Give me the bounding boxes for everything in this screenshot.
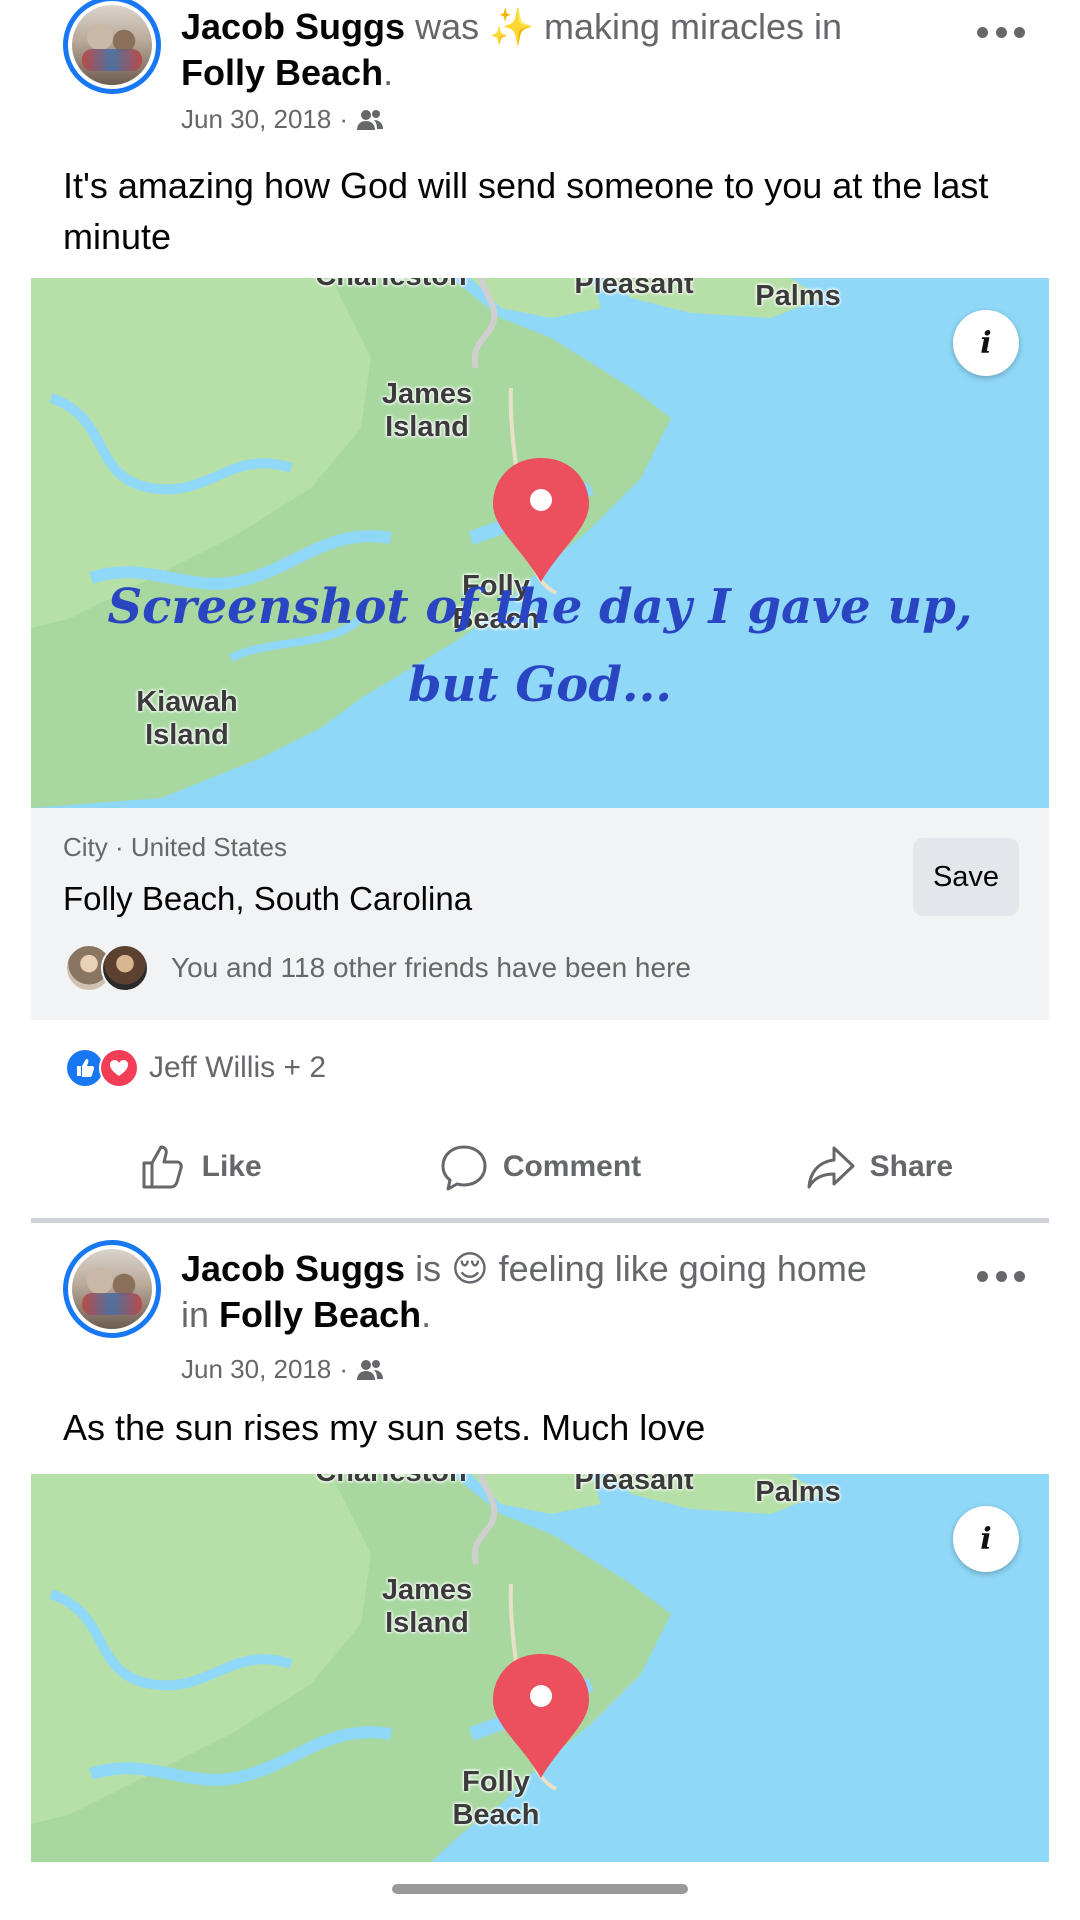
author-avatar[interactable] — [63, 1240, 161, 1338]
post-header: Jacob Suggs was ✨ making miracles in Fol… — [31, 0, 1049, 145]
share-button[interactable]: Share — [710, 1128, 1049, 1206]
post-header: Jacob Suggs is 😌 feeling like going home… — [31, 1226, 1049, 1384]
separator: · — [339, 104, 349, 134]
friend-avatar — [101, 944, 149, 992]
map-label-palms: Palms — [755, 1476, 841, 1508]
map-preview[interactable]: Charleston Pleasant Palms James Island F… — [31, 1474, 1049, 1862]
friends-text: You and 118 other friends have been here — [171, 952, 691, 983]
map-label-folly-beach: Folly Beach — [452, 1766, 540, 1831]
map-label-palms: Palms — [755, 280, 841, 312]
post-card: Jacob Suggs is 😌 feeling like going home… — [31, 1226, 1049, 1862]
separator: · — [339, 1354, 349, 1384]
post-date[interactable]: Jun 30, 2018 — [181, 1354, 331, 1385]
place-link[interactable]: Folly Beach — [219, 1294, 421, 1335]
like-label: Like — [201, 1150, 262, 1183]
map-label-james-island: James Island — [381, 378, 473, 443]
post-card: Jacob Suggs was ✨ making miracles in Fol… — [31, 0, 1049, 1218]
place-link[interactable]: Folly Beach — [181, 52, 383, 93]
place-category: City · United States — [63, 832, 287, 862]
map-label-pleasant: Pleasant — [574, 278, 694, 300]
author-name[interactable]: Jacob Suggs — [181, 6, 405, 47]
post-headline: Jacob Suggs was ✨ making miracles in Fol… — [181, 4, 961, 96]
activity-text: feeling like going home — [498, 1248, 867, 1289]
like-button[interactable]: Like — [31, 1128, 370, 1206]
home-indicator[interactable] — [392, 1884, 688, 1894]
comment-label: Comment — [502, 1150, 642, 1183]
author-avatar[interactable] — [63, 0, 161, 94]
post-date[interactable]: Jun 30, 2018 — [181, 104, 331, 135]
save-button[interactable]: Save — [913, 838, 1019, 916]
period: . — [421, 1294, 432, 1335]
more-options-icon[interactable] — [977, 24, 1025, 40]
share-icon — [807, 1146, 855, 1189]
friends-been-here: You and 118 other friends have been here — [65, 944, 691, 992]
love-reaction-icon — [99, 1048, 139, 1088]
overlay-line-2: but God... — [407, 657, 673, 713]
overlay-line-1: Screenshot of the day I gave up, — [107, 579, 973, 635]
left-margin — [0, 0, 31, 1920]
action-bar: Like Comment Share — [31, 1128, 1049, 1206]
post-meta: Jun 30, 2018 · — [181, 1354, 384, 1385]
sparkles-icon: ✨ — [489, 6, 534, 47]
post-text: As the sun rises my sun sets. Much love — [63, 1407, 706, 1448]
post-headline: Jacob Suggs is 😌 feeling like going home… — [181, 1246, 961, 1338]
overlay-caption: Screenshot of the day I gave up, but God… — [31, 568, 1049, 724]
post-divider — [31, 1218, 1049, 1223]
activity-verb: is — [415, 1248, 442, 1289]
place-name[interactable]: Folly Beach, South Carolina — [63, 880, 472, 918]
right-margin — [1049, 0, 1080, 1920]
activity-text: making miracles in — [543, 6, 843, 47]
period: . — [383, 52, 394, 93]
friends-icon — [357, 109, 384, 130]
map-label-james-island: James Island — [381, 1574, 473, 1639]
map-info-icon[interactable]: i — [953, 1506, 1019, 1572]
map-preview[interactable]: Charleston Pleasant Palms James Island F… — [31, 278, 1049, 808]
more-options-icon[interactable] — [977, 1268, 1025, 1284]
comment-icon — [441, 1145, 487, 1191]
activity-in: in — [181, 1294, 210, 1335]
map-label-charleston: Charleston — [291, 1474, 491, 1489]
map-label-charleston: Charleston — [291, 278, 491, 293]
post-text: It's amazing how God will send someone t… — [63, 165, 989, 257]
place-card[interactable]: City · United States Folly Beach, South … — [31, 808, 1049, 1020]
thumbs-up-icon — [142, 1145, 183, 1189]
relieved-face-icon: 😌 — [451, 1248, 489, 1289]
friends-icon — [357, 1359, 384, 1380]
share-label: Share — [869, 1150, 954, 1183]
post-meta: Jun 30, 2018 · — [181, 104, 384, 135]
comment-button[interactable]: Comment — [370, 1128, 709, 1206]
map-info-icon[interactable]: i — [953, 310, 1019, 376]
map-label-pleasant: Pleasant — [574, 1474, 694, 1496]
author-name[interactable]: Jacob Suggs — [181, 1248, 405, 1289]
activity-verb: was — [415, 6, 480, 47]
reactions-summary[interactable]: Jeff Willis + 2 — [65, 1048, 326, 1088]
reactions-text: Jeff Willis + 2 — [149, 1051, 326, 1084]
